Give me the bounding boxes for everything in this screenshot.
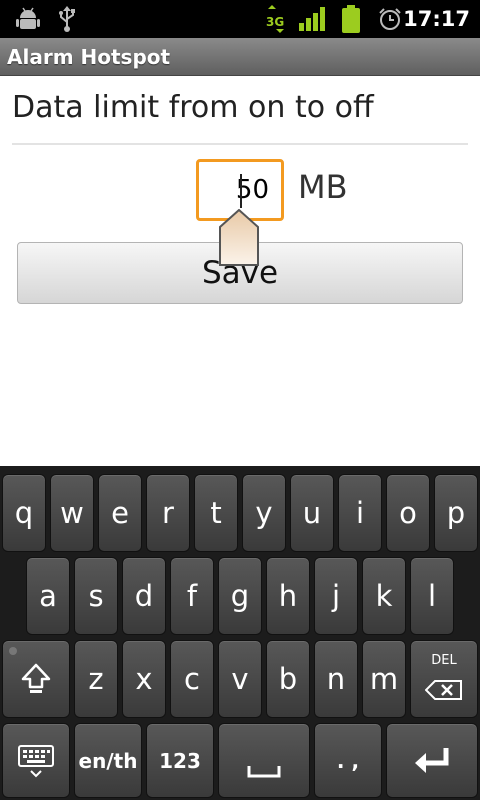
app-title: Alarm Hotspot <box>7 45 171 69</box>
shift-indicator <box>9 647 17 655</box>
key-c[interactable]: c <box>170 640 214 718</box>
content-area: Data limit from on to off 50 MB Save <box>0 76 480 466</box>
key-j[interactable]: j <box>314 557 358 635</box>
enter-key[interactable] <box>386 723 478 798</box>
key-q[interactable]: q <box>2 474 46 552</box>
numbers-key[interactable]: 123 <box>146 723 214 798</box>
key-i[interactable]: i <box>338 474 382 552</box>
delete-key[interactable]: DEL <box>410 640 478 718</box>
text-cursor <box>240 174 242 208</box>
punctuation-key[interactable]: . , <box>314 723 382 798</box>
key-r[interactable]: r <box>146 474 190 552</box>
key-f[interactable]: f <box>170 557 214 635</box>
status-bar: 3G 17:17 <box>0 0 480 38</box>
battery-icon <box>340 0 362 38</box>
language-key[interactable]: en/th <box>74 723 142 798</box>
key-x[interactable]: x <box>122 640 166 718</box>
app-title-bar: Alarm Hotspot <box>0 38 480 76</box>
key-y[interactable]: y <box>242 474 286 552</box>
key-e[interactable]: e <box>98 474 142 552</box>
key-s[interactable]: s <box>74 557 118 635</box>
unit-label: MB <box>298 168 348 206</box>
key-m[interactable]: m <box>362 640 406 718</box>
text-selection-handle[interactable] <box>219 209 259 267</box>
android-debug-icon <box>14 0 42 38</box>
alarm-icon <box>377 0 403 38</box>
keyboard-icon <box>18 744 54 777</box>
signal-icon <box>298 0 328 38</box>
space-key[interactable] <box>218 723 310 798</box>
3g-data-icon: 3G <box>263 0 289 38</box>
key-w[interactable]: w <box>50 474 94 552</box>
key-o[interactable]: o <box>386 474 430 552</box>
key-k[interactable]: k <box>362 557 406 635</box>
key-l[interactable]: l <box>410 557 454 635</box>
status-time: 17:17 <box>403 7 470 31</box>
key-h[interactable]: h <box>266 557 310 635</box>
key-a[interactable]: a <box>26 557 70 635</box>
data-limit-heading: Data limit from on to off <box>12 90 374 125</box>
shift-key[interactable] <box>2 640 70 718</box>
key-d[interactable]: d <box>122 557 166 635</box>
key-z[interactable]: z <box>74 640 118 718</box>
key-p[interactable]: p <box>434 474 478 552</box>
svg-text:3G: 3G <box>266 15 284 29</box>
backspace-icon <box>425 680 462 700</box>
keyboard-settings-key[interactable] <box>2 723 70 798</box>
space-icon <box>247 765 281 777</box>
divider <box>12 143 468 145</box>
key-b[interactable]: b <box>266 640 310 718</box>
key-g[interactable]: g <box>218 557 262 635</box>
soft-keyboard: q w e r t y u i o p a s d f g h j k l z … <box>0 466 480 800</box>
key-v[interactable]: v <box>218 640 262 718</box>
key-n[interactable]: n <box>314 640 358 718</box>
enter-icon <box>415 747 449 773</box>
usb-icon <box>55 0 79 38</box>
delete-label: DEL <box>431 653 457 668</box>
key-u[interactable]: u <box>290 474 334 552</box>
shift-icon <box>21 663 51 693</box>
key-t[interactable]: t <box>194 474 238 552</box>
